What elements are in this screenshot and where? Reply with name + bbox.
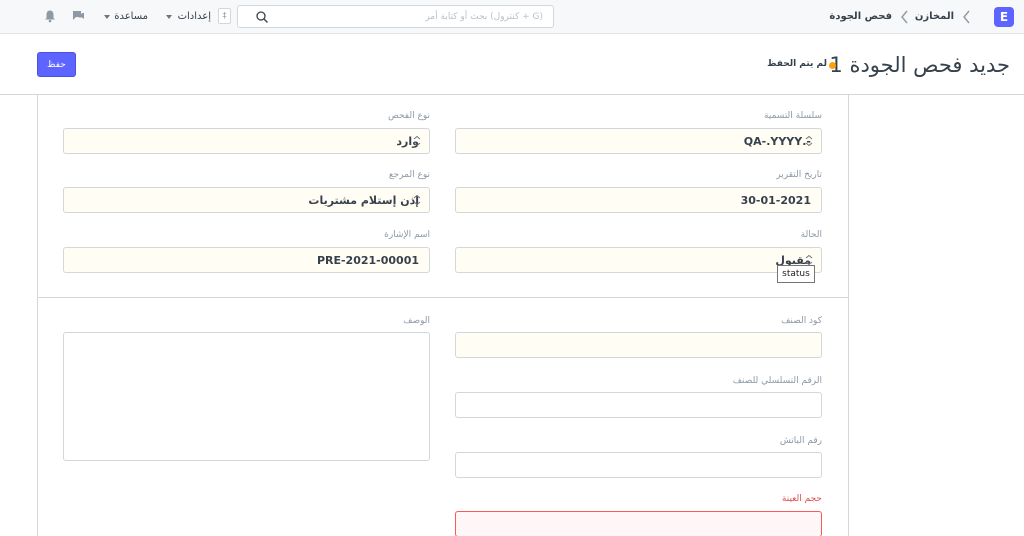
select-caret-icon <box>805 136 813 146</box>
item-code-input[interactable] <box>455 332 822 358</box>
chat-icon[interactable] <box>71 9 85 23</box>
search-placeholder: بحث أو كتابة أمر (كنترول + G) <box>425 12 543 22</box>
naming-series-select[interactable]: -.QA-.YYYY <box>455 128 822 154</box>
select-caret-icon <box>413 195 421 205</box>
item-serial-no-input[interactable] <box>455 392 822 418</box>
status-select[interactable]: مقبول <box>455 247 822 273</box>
reference-name-label: اسم الإشارة <box>384 230 430 240</box>
unsaved-indicator-dot <box>829 62 836 69</box>
shortcut-key-badge: ‡ <box>218 8 231 24</box>
naming-series-value: -.QA-.YYYY <box>743 135 811 148</box>
chevron-down-icon <box>104 15 110 19</box>
item-code-label: كود الصنف <box>781 316 822 326</box>
naming-series-label: سلسلة التسمية <box>764 111 822 121</box>
top-navbar: E المخازن فحص الجودة بحث أو كتابة أمر (ك… <box>0 0 1024 34</box>
search-icon <box>256 11 268 23</box>
inspection-type-select[interactable]: وارد <box>63 128 430 154</box>
select-caret-icon <box>805 255 813 265</box>
reference-name-value: PRE-2021-00001 <box>316 254 419 267</box>
reference-type-label: نوع المرجع <box>388 170 430 180</box>
status-tooltip: status <box>777 265 815 283</box>
description-textarea[interactable] <box>63 332 430 461</box>
inspection-type-label: نوع الفحص <box>387 111 430 121</box>
form-left-border <box>37 95 38 536</box>
chevron-down-icon <box>166 15 172 19</box>
breadcrumb-quality-inspection[interactable]: فحص الجودة <box>829 11 892 22</box>
settings-menu[interactable]: إعدادات <box>178 11 211 22</box>
chevron-left-icon <box>901 10 908 24</box>
batch-no-label: رقم الباتش <box>779 436 822 446</box>
reference-type-select[interactable]: إذن إستلام مشتريات <box>63 187 430 213</box>
help-menu[interactable]: مساعدة <box>114 11 148 22</box>
reference-type-value: إذن إستلام مشتريات <box>308 194 419 207</box>
sample-size-label: حجم العينة <box>781 494 822 504</box>
bell-icon[interactable] <box>43 9 57 23</box>
batch-no-input[interactable] <box>455 452 822 478</box>
reference-name-input[interactable]: PRE-2021-00001 <box>63 247 430 273</box>
save-button[interactable]: حفظ <box>37 52 76 77</box>
unsaved-status: لم يتم الحفظ <box>767 59 827 69</box>
search-bar[interactable]: بحث أو كتابة أمر (كنترول + G) <box>237 5 554 28</box>
breadcrumb-warehouse[interactable]: المخازن <box>915 11 954 22</box>
status-label: الحالة <box>800 230 822 240</box>
report-date-label: تاريخ التقرير <box>776 170 822 180</box>
item-serial-no-label: الرقم التسلسلي للصنف <box>732 376 822 386</box>
report-date-input[interactable]: 30-01-2021 <box>455 187 822 213</box>
report-date-value: 30-01-2021 <box>740 194 811 207</box>
select-caret-icon <box>413 136 421 146</box>
form-right-border <box>848 95 849 536</box>
page-title: جديد فحص الجودة 1 <box>829 53 1010 77</box>
description-label: الوصف <box>403 316 430 326</box>
app-logo[interactable]: E <box>994 7 1014 27</box>
header-divider <box>0 94 1024 95</box>
chevron-left-icon <box>963 10 970 24</box>
sample-size-input[interactable] <box>455 511 822 536</box>
section-divider <box>37 297 848 298</box>
